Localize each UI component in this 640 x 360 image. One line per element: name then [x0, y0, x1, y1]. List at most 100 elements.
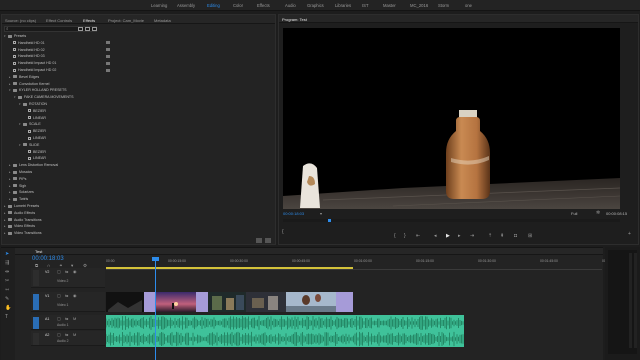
tree-preset[interactable]: Handheld HD 01: [9, 41, 45, 46]
go-to-in-icon[interactable]: ⇤: [416, 233, 420, 239]
lock-icon[interactable]: ▢: [57, 269, 61, 274]
tree-folder[interactable]: ▸ Twirls: [9, 197, 28, 202]
playhead-handle[interactable]: [152, 257, 159, 261]
workspace-tab-ist[interactable]: IST: [362, 3, 369, 8]
timeline-timecode[interactable]: 00:00:18:03: [32, 256, 64, 262]
tree-preset[interactable]: LINEAR: [24, 116, 46, 121]
lift-icon[interactable]: ⇡: [488, 233, 492, 239]
wrench-icon[interactable]: ✲: [596, 210, 600, 216]
tree-preset[interactable]: BEZIER: [24, 150, 46, 155]
tree-folder[interactable]: ▾ ROTATION: [19, 102, 47, 107]
track-header-v1[interactable]: V1 Video 1 ▢ ⇆ ◉: [31, 292, 105, 312]
workspace-tab-learning[interactable]: Learning: [151, 3, 167, 8]
sync-icon[interactable]: ⇆: [65, 269, 68, 274]
panel-tab-project-cam-movie[interactable]: Project: Cam_Movie: [108, 18, 144, 23]
video-clip-1[interactable]: [106, 292, 144, 312]
tree-folder[interactable]: ▸ Video Transitions: [4, 231, 42, 236]
effects-search-field[interactable]: ⌕: [4, 26, 97, 32]
tree-folder[interactable]: ▸ Mosaics: [9, 170, 32, 175]
tree-folder[interactable]: ▸ Audio Effects: [4, 211, 35, 216]
timeline-ruler[interactable]: 00:00 00:00:15:00 00:00:30:00 00:00:45:00 00…: [106, 258, 620, 270]
panel-tab-effects[interactable]: Effects: [83, 18, 95, 23]
audio-clip[interactable]: [106, 315, 464, 347]
pen-tool-icon[interactable]: ✎: [5, 296, 9, 302]
tree-folder[interactable]: ▸ Bevel Edges: [9, 75, 39, 80]
sync-icon[interactable]: ⇆: [65, 332, 68, 337]
tree-preset[interactable]: Handheld Impact HD 01: [9, 61, 56, 66]
trash-icon[interactable]: [265, 238, 271, 243]
zoom-dropdown[interactable]: ▾: [320, 211, 322, 216]
video-clip-3[interactable]: [156, 292, 196, 312]
hand-tool-icon[interactable]: ✋: [5, 305, 11, 311]
track-select-tool-icon[interactable]: ⇶: [5, 260, 9, 266]
extract-icon[interactable]: ⇞: [500, 233, 504, 239]
tree-preset[interactable]: BEZIER: [24, 129, 46, 134]
type-tool-icon[interactable]: T: [5, 314, 8, 320]
tree-folder[interactable]: ▸ Sigh: [9, 184, 26, 189]
program-video-frame[interactable]: [283, 28, 620, 209]
workspace-tab-editing[interactable]: Editing: [207, 3, 220, 8]
tree-folder[interactable]: ▸ Video Effects: [4, 224, 35, 229]
mark-in-button-icon[interactable]: {: [394, 233, 396, 239]
program-playhead[interactable]: [328, 219, 331, 222]
workspace-tab-storm[interactable]: Storm: [438, 3, 449, 8]
tree-folder[interactable]: ▸ Convolution Kernel: [9, 82, 49, 87]
source-patch[interactable]: [33, 270, 39, 286]
mute-icon[interactable]: M: [73, 332, 76, 337]
workspace-tab-mc-2016[interactable]: MC_2016: [410, 3, 428, 8]
step-forward-icon[interactable]: ▸: [458, 233, 461, 239]
video-clip-5[interactable]: [208, 292, 246, 312]
tree-folder[interactable]: ▾ SLIDE: [19, 143, 39, 148]
32bit-effects-icon[interactable]: [85, 27, 90, 31]
workspace-tab-assembly[interactable]: Assembly: [177, 3, 195, 8]
tree-folder[interactable]: ▾ FAKE CAMERA MOVEMENTS: [14, 95, 74, 100]
mute-icon[interactable]: M: [73, 316, 76, 321]
workspace-tab-graphics[interactable]: Graphics: [307, 3, 324, 8]
lock-icon[interactable]: ▢: [57, 293, 61, 298]
yuv-effects-icon[interactable]: [92, 27, 97, 31]
eye-icon[interactable]: ◉: [73, 293, 77, 298]
resolution-dropdown[interactable]: Full: [571, 211, 577, 216]
tree-folder[interactable]: ▸ Lens Distortion Removal: [9, 163, 58, 168]
effects-search-input[interactable]: [12, 27, 96, 31]
button-editor-icon[interactable]: ⊞: [528, 233, 532, 239]
sync-icon[interactable]: ⇆: [65, 293, 68, 298]
track-header-v2[interactable]: V2 Video 2 ▢ ⇆ ◉: [31, 268, 105, 288]
workspace-tab-master[interactable]: Master: [383, 3, 396, 8]
video-clip-8[interactable]: [336, 292, 353, 312]
workspace-tab-libraries[interactable]: Libraries: [335, 3, 351, 8]
timeline-playhead[interactable]: [155, 257, 156, 360]
video-clip-7[interactable]: [286, 292, 336, 312]
export-frame-icon[interactable]: ◘: [514, 233, 517, 239]
workspace-tab-one[interactable]: one: [465, 3, 472, 8]
program-title[interactable]: Program: Test: [282, 17, 307, 22]
play-icon[interactable]: ▶: [446, 233, 450, 239]
panel-tab-effect-controls[interactable]: Effect Controls: [46, 18, 72, 23]
tree-folder[interactable]: ▸ PiPs: [9, 177, 26, 182]
track-header-a2[interactable]: A2 Audio 2 ▢ ⇆ M: [31, 331, 105, 346]
lock-icon[interactable]: ▢: [57, 332, 61, 337]
workspace-tab-audio[interactable]: Audio: [285, 3, 296, 8]
tree-folder[interactable]: ▾ Presets: [4, 34, 26, 39]
new-bin-icon[interactable]: [256, 238, 262, 243]
ripple-edit-tool-icon[interactable]: ⇹: [5, 269, 9, 275]
workspace-tab-color[interactable]: Color: [233, 3, 243, 8]
panel-tab-source-no-clips[interactable]: Source: (no clips): [5, 18, 36, 23]
accelerated-effects-icon[interactable]: [78, 27, 83, 31]
video-clip-6[interactable]: [246, 292, 286, 312]
program-scrub-bar[interactable]: [283, 219, 620, 222]
sync-icon[interactable]: ⇆: [65, 316, 68, 321]
source-patch[interactable]: [33, 333, 39, 345]
sequence-tab[interactable]: Test: [35, 249, 42, 254]
mark-in-icon[interactable]: {: [282, 229, 284, 235]
video-clip-4[interactable]: [196, 292, 208, 312]
tree-preset[interactable]: Handheld HD 03: [9, 54, 45, 59]
program-current-timecode[interactable]: 00:00:18:03: [283, 211, 304, 216]
track-header-a1[interactable]: A1 Audio 1 ▢ ⇆ M: [31, 315, 105, 330]
panel-tab-metadata[interactable]: Metadata: [154, 18, 171, 23]
slip-tool-icon[interactable]: ⇿: [5, 287, 9, 293]
lock-icon[interactable]: ▢: [57, 316, 61, 321]
work-area-bar[interactable]: [106, 267, 353, 269]
tree-folder[interactable]: ▾ SCALE: [19, 122, 41, 127]
tree-preset[interactable]: Handheld Impact HD 02: [9, 68, 56, 73]
